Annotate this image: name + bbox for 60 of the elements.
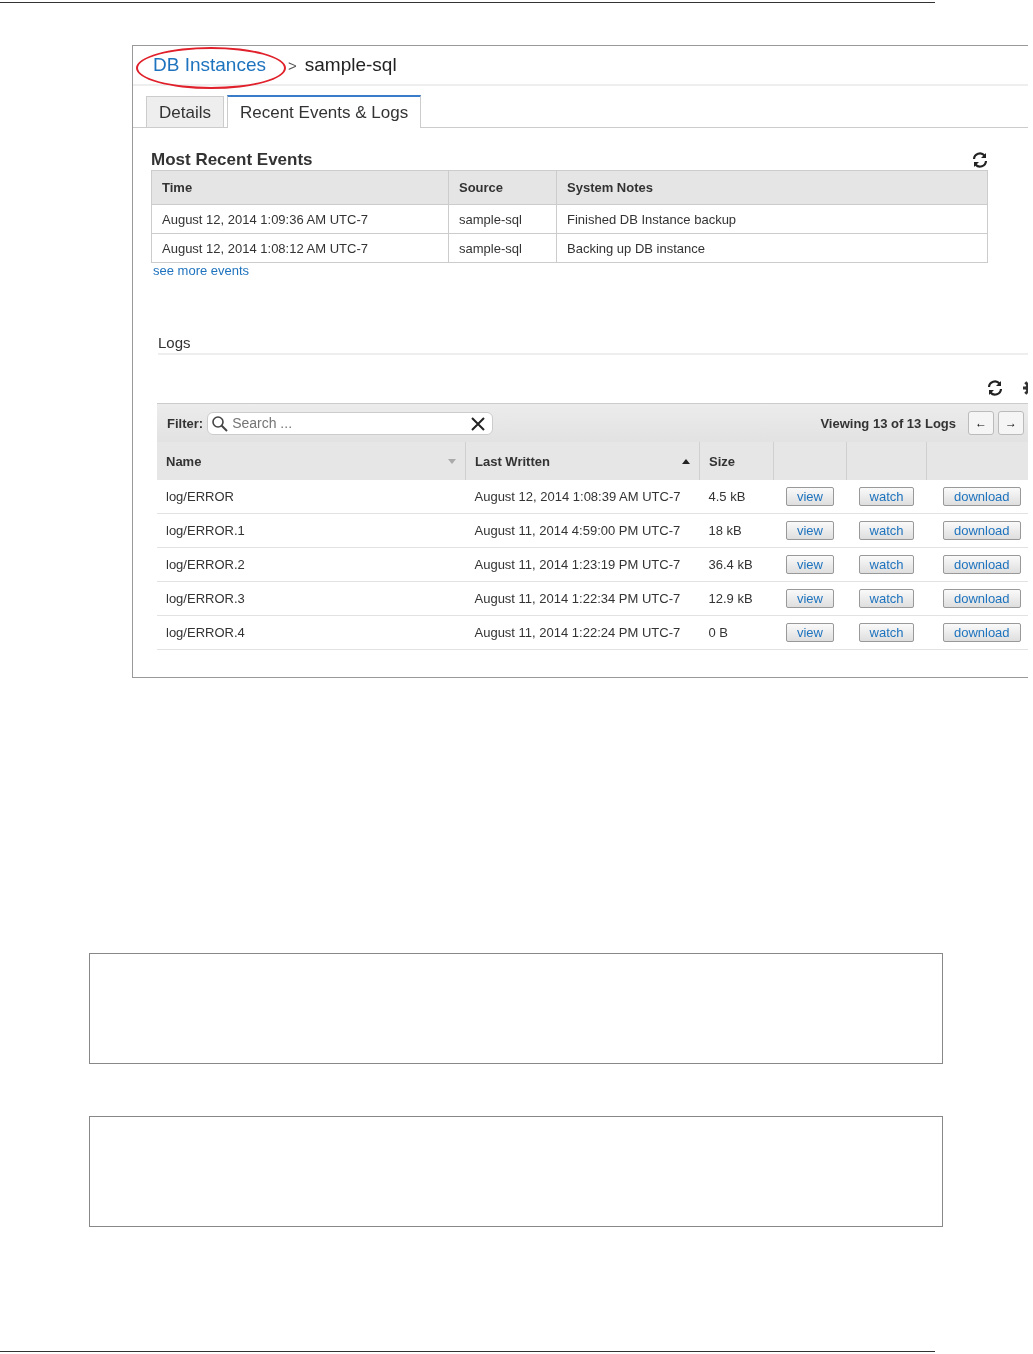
table-cell: August 11, 2014 1:22:24 PM UTC-7: [465, 615, 700, 650]
table-cell: 36.4 kB: [699, 547, 774, 582]
view-button[interactable]: view: [786, 487, 834, 506]
table-cell: log/ERROR.3: [157, 581, 466, 616]
table-cell: 12.9 kB: [699, 581, 774, 616]
table-cell: Finished DB Instance backup: [556, 204, 988, 234]
filter-label: Filter:: [167, 415, 204, 431]
watch-button[interactable]: watch: [858, 487, 915, 506]
previous-page-button[interactable]: ←: [968, 411, 994, 435]
column-header: System Notes: [556, 170, 988, 205]
table-cell: Backing up DB instance: [556, 233, 988, 263]
sort-icon[interactable]: [682, 458, 690, 464]
section-title: Most Recent Events: [151, 150, 313, 170]
table-cell: August 11, 2014 1:22:34 PM UTC-7: [465, 581, 700, 616]
view-button[interactable]: view: [786, 589, 834, 608]
view-button[interactable]: view: [786, 521, 834, 540]
table-cell: log/ERROR.2: [157, 547, 466, 582]
column-header: Time: [151, 170, 449, 205]
search-field[interactable]: Search ...: [207, 411, 494, 435]
tab[interactable]: Details: [146, 96, 224, 127]
watch-button[interactable]: watch: [858, 623, 915, 642]
see-more-link[interactable]: see more events: [153, 263, 1028, 278]
table-cell: log/ERROR.1: [157, 513, 466, 548]
table-cell: August 11, 2014 4:59:00 PM UTC-7: [465, 513, 700, 548]
table-cell: log/ERROR: [157, 480, 466, 514]
next-page-button[interactable]: →: [998, 411, 1024, 435]
breadcrumb-separator: >: [288, 56, 297, 74]
download-button[interactable]: download: [942, 521, 1021, 540]
refresh-icon[interactable]: [971, 151, 989, 169]
table-cell: 4.5 kB: [699, 480, 774, 514]
table-cell: sample-sql: [448, 204, 557, 234]
section-title: Logs: [158, 334, 1028, 355]
table-cell: 0 B: [699, 615, 774, 650]
table-cell: 18 kB: [699, 513, 774, 548]
watch-button[interactable]: watch: [858, 589, 915, 608]
table-cell: sample-sql: [448, 233, 557, 263]
column-header: Source: [448, 170, 557, 205]
tab[interactable]: Recent Events & Logs: [226, 95, 422, 128]
download-button[interactable]: download: [942, 487, 1021, 506]
table-cell: August 11, 2014 1:23:19 PM UTC-7: [465, 547, 700, 582]
watch-button[interactable]: watch: [858, 521, 915, 540]
refresh-icon[interactable]: [986, 379, 1004, 397]
breadcrumb-link[interactable]: DB Instances: [153, 54, 266, 76]
download-button[interactable]: download: [942, 623, 1021, 642]
view-button[interactable]: view: [786, 555, 834, 574]
column-header: Last Written: [475, 453, 550, 469]
breadcrumb-current: sample-sql: [304, 54, 397, 76]
download-button[interactable]: download: [942, 555, 1021, 574]
clear-icon[interactable]: [471, 416, 486, 431]
table-cell: August 12, 2014 1:08:12 AM UTC-7: [151, 233, 449, 263]
column-header: Size: [709, 453, 735, 469]
watch-button[interactable]: watch: [858, 555, 915, 574]
table-cell: log/ERROR.4: [157, 615, 466, 650]
column-header: Name: [166, 453, 202, 469]
search-icon[interactable]: [211, 414, 230, 433]
download-button[interactable]: download: [942, 589, 1021, 608]
page-count: Viewing 13 of 13 Logs: [820, 415, 956, 431]
table-cell: August 12, 2014 1:09:36 AM UTC-7: [151, 204, 449, 234]
table-cell: August 12, 2014 1:08:39 AM UTC-7: [465, 480, 700, 514]
view-button[interactable]: view: [786, 623, 834, 642]
